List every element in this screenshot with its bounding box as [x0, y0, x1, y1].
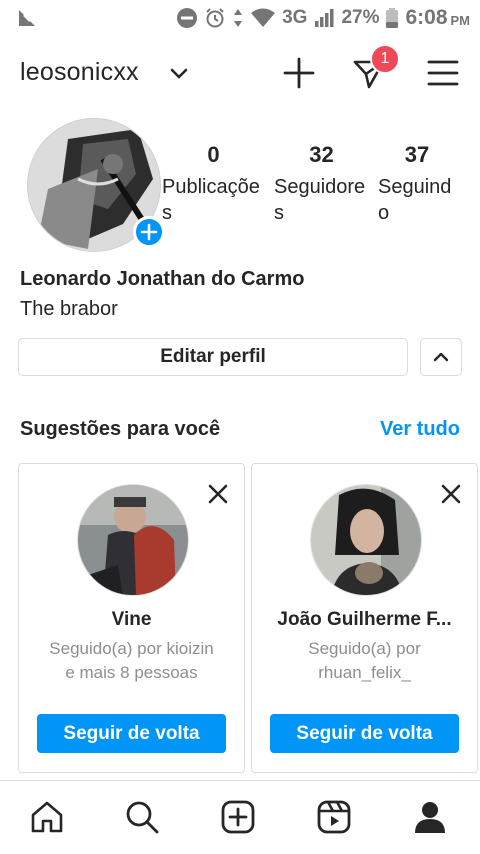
profile-icon [415, 802, 445, 833]
stat-following-label: Seguindo [378, 176, 452, 224]
suggestions-title: Sugestões para você [20, 418, 221, 440]
suggestion-context-line2: e mais 8 pessoas [65, 663, 198, 682]
stat-posts-value: 0 [207, 142, 220, 167]
suggestion-card[interactable]: Vine Seguido(a) por kioizin e mais 8 pes… [18, 463, 245, 773]
nav-search[interactable] [122, 797, 162, 837]
suggestion-photo [311, 485, 421, 595]
close-icon[interactable] [439, 482, 463, 506]
do-not-disturb-icon [177, 8, 198, 28]
stat-followers-label: Seguidores [274, 176, 366, 224]
toggle-suggestions-button[interactable] [420, 338, 462, 376]
alarm-icon [206, 8, 224, 28]
nav-new-post[interactable] [218, 797, 258, 837]
suggestion-photo [78, 485, 188, 595]
clock-time: 6:08 [405, 6, 448, 29]
new-post-icon [221, 800, 255, 834]
dm-notification-badge: 1 [370, 44, 400, 74]
reels-icon [317, 800, 351, 834]
clock-ampm: PM [450, 13, 471, 28]
nav-profile[interactable] [410, 797, 450, 837]
suggestion-context-line1: Seguido(a) por [308, 639, 421, 658]
battery-icon [386, 8, 399, 28]
chevron-down-icon[interactable] [168, 62, 190, 84]
suggestion-name[interactable]: João Guilherme F... [260, 609, 469, 631]
suggestion-context-line1: Seguido(a) por kioizin [49, 639, 214, 658]
see-all-link[interactable]: Ver tudo [380, 418, 460, 441]
network-type: 3G [282, 7, 308, 28]
follow-back-button[interactable]: Seguir de volta [37, 714, 226, 753]
wifi-icon [251, 8, 276, 27]
suggestion-avatar[interactable] [77, 484, 189, 596]
profile-header: leosonicxx 1 [0, 44, 480, 100]
bottom-nav [0, 781, 480, 854]
suggestion-avatar[interactable] [310, 484, 422, 596]
username-switcher[interactable]: leosonicxx [20, 58, 139, 87]
stat-following[interactable]: 37 Seguindo [378, 142, 480, 226]
stat-followers[interactable]: 32 Seguidores [274, 142, 384, 226]
stat-posts-label: Publicações [162, 176, 260, 224]
battery-percent: 27% [341, 7, 380, 28]
suggestion-context: Seguido(a) por rhuan_felix_ [264, 637, 465, 685]
search-icon [126, 801, 159, 834]
close-icon[interactable] [206, 482, 230, 506]
home-icon [31, 801, 63, 833]
suggestion-context: Seguido(a) por kioizin e mais 8 pessoas [31, 637, 232, 685]
stat-posts[interactable]: 0 Publicações [162, 142, 272, 226]
plus-icon[interactable] [282, 56, 316, 90]
follow-back-button[interactable]: Seguir de volta [270, 714, 459, 753]
nav-reels[interactable] [314, 797, 354, 837]
menu-icon[interactable] [426, 58, 460, 88]
data-arrows-icon [234, 9, 243, 27]
app-logo-icon [19, 10, 35, 26]
stat-following-value: 37 [404, 142, 430, 167]
status-bar: 3G 27% 6:08 PM [0, 0, 480, 36]
chevron-up-icon [433, 352, 449, 362]
profile-full-name: Leonardo Jonathan do Carmo [20, 268, 305, 290]
stat-followers-value: 32 [309, 142, 334, 167]
edit-profile-button[interactable]: Editar perfil [18, 338, 408, 376]
suggestion-card[interactable]: João Guilherme F... Seguido(a) por rhuan… [251, 463, 478, 773]
add-story-button[interactable] [133, 216, 165, 248]
suggestion-context-line2: rhuan_felix_ [318, 663, 411, 682]
profile-avatar-container[interactable] [27, 118, 165, 252]
profile-bio: The brabor [20, 298, 118, 320]
nav-home[interactable] [27, 797, 67, 837]
add-icon [140, 223, 158, 241]
suggestion-name[interactable]: Vine [27, 609, 236, 631]
signal-icon [315, 9, 334, 27]
